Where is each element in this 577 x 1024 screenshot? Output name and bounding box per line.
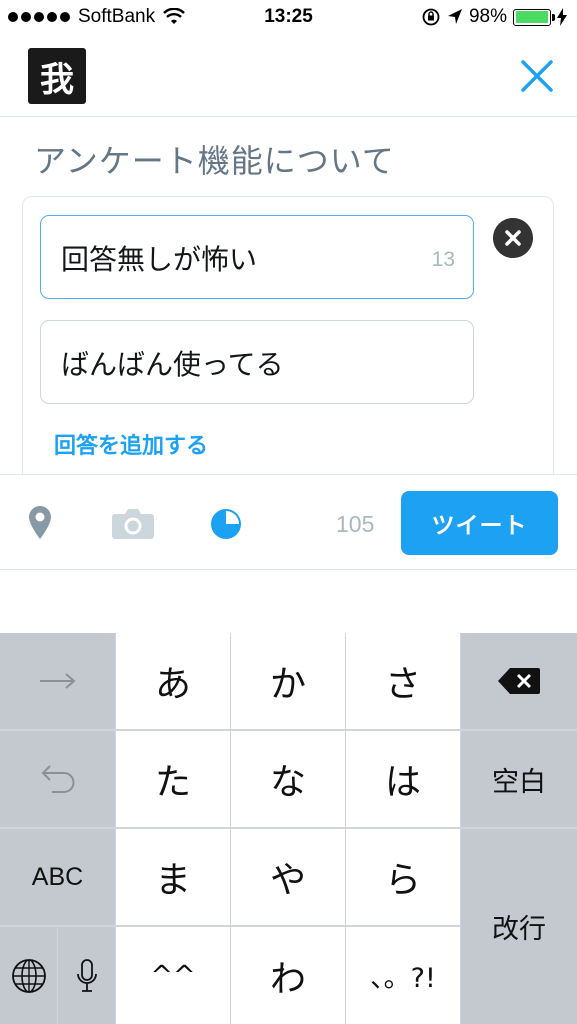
poll-choice-1[interactable]: 回答無しが怖い 13 bbox=[40, 215, 474, 299]
key-ma[interactable]: ま bbox=[116, 829, 230, 925]
remove-poll-icon[interactable] bbox=[493, 218, 533, 258]
microphone-key[interactable] bbox=[58, 927, 115, 1024]
poll-choice-char-count: 13 bbox=[431, 248, 455, 271]
cursor-right-key[interactable] bbox=[0, 633, 115, 729]
space-key[interactable]: 空白 bbox=[461, 731, 577, 827]
status-right: 98% bbox=[421, 6, 567, 28]
battery-icon bbox=[513, 8, 555, 26]
tweet-text-input[interactable]: アンケート機能について bbox=[34, 136, 395, 182]
tweet-button[interactable]: ツイート bbox=[401, 491, 558, 555]
add-choice-link[interactable]: 回答を追加する bbox=[54, 428, 208, 460]
delete-key[interactable] bbox=[461, 633, 577, 729]
charging-bolt-icon bbox=[557, 8, 567, 26]
battery-percent: 98% bbox=[468, 6, 507, 27]
poll-choice-text: ばんばん使ってる bbox=[61, 348, 284, 381]
compose-toolbar: 105 ツイート bbox=[0, 474, 577, 570]
key-ha[interactable]: は bbox=[346, 731, 460, 827]
rotation-lock-icon bbox=[422, 8, 440, 26]
avatar[interactable]: 我 bbox=[28, 48, 86, 104]
poll-icon[interactable] bbox=[209, 507, 243, 541]
avatar-glyph: 我 bbox=[40, 59, 74, 100]
remaining-char-count: 105 bbox=[336, 511, 375, 537]
abc-key[interactable]: ABC bbox=[0, 829, 115, 925]
camera-icon[interactable] bbox=[112, 507, 154, 539]
poll-choice-text: 回答無しが怖い bbox=[61, 243, 258, 276]
globe-key[interactable] bbox=[0, 927, 57, 1024]
key-ra[interactable]: ら bbox=[346, 829, 460, 925]
key-ka[interactable]: か bbox=[231, 633, 345, 729]
status-bar: SoftBank 13:25 98% bbox=[0, 0, 577, 38]
arrow-right-icon bbox=[39, 673, 76, 689]
key-a[interactable]: あ bbox=[116, 633, 230, 729]
key-wa[interactable]: わ bbox=[231, 927, 345, 1024]
header-divider bbox=[0, 116, 577, 117]
key-punctuation[interactable]: 、。?! bbox=[346, 927, 460, 1024]
key-emoticon[interactable]: ^^ bbox=[116, 927, 230, 1024]
microphone-icon bbox=[76, 958, 97, 992]
return-key[interactable]: 改行 bbox=[461, 829, 577, 1024]
close-icon[interactable] bbox=[517, 56, 557, 96]
location-pin-icon[interactable] bbox=[28, 505, 52, 541]
poll-choice-2[interactable]: ばんばん使ってる bbox=[40, 320, 474, 404]
globe-icon bbox=[11, 958, 46, 993]
undo-key[interactable] bbox=[0, 731, 115, 827]
key-sa[interactable]: さ bbox=[346, 633, 460, 729]
key-ta[interactable]: た bbox=[116, 731, 230, 827]
key-ya[interactable]: や bbox=[231, 829, 345, 925]
backspace-icon bbox=[498, 668, 540, 694]
key-na[interactable]: な bbox=[231, 731, 345, 827]
undo-icon bbox=[41, 765, 74, 793]
location-arrow-icon bbox=[447, 9, 462, 24]
japanese-keyboard: ABC あ か さ た な は ま や ら ^^ わ 、。?! 空白 改行 bbox=[0, 633, 577, 1024]
